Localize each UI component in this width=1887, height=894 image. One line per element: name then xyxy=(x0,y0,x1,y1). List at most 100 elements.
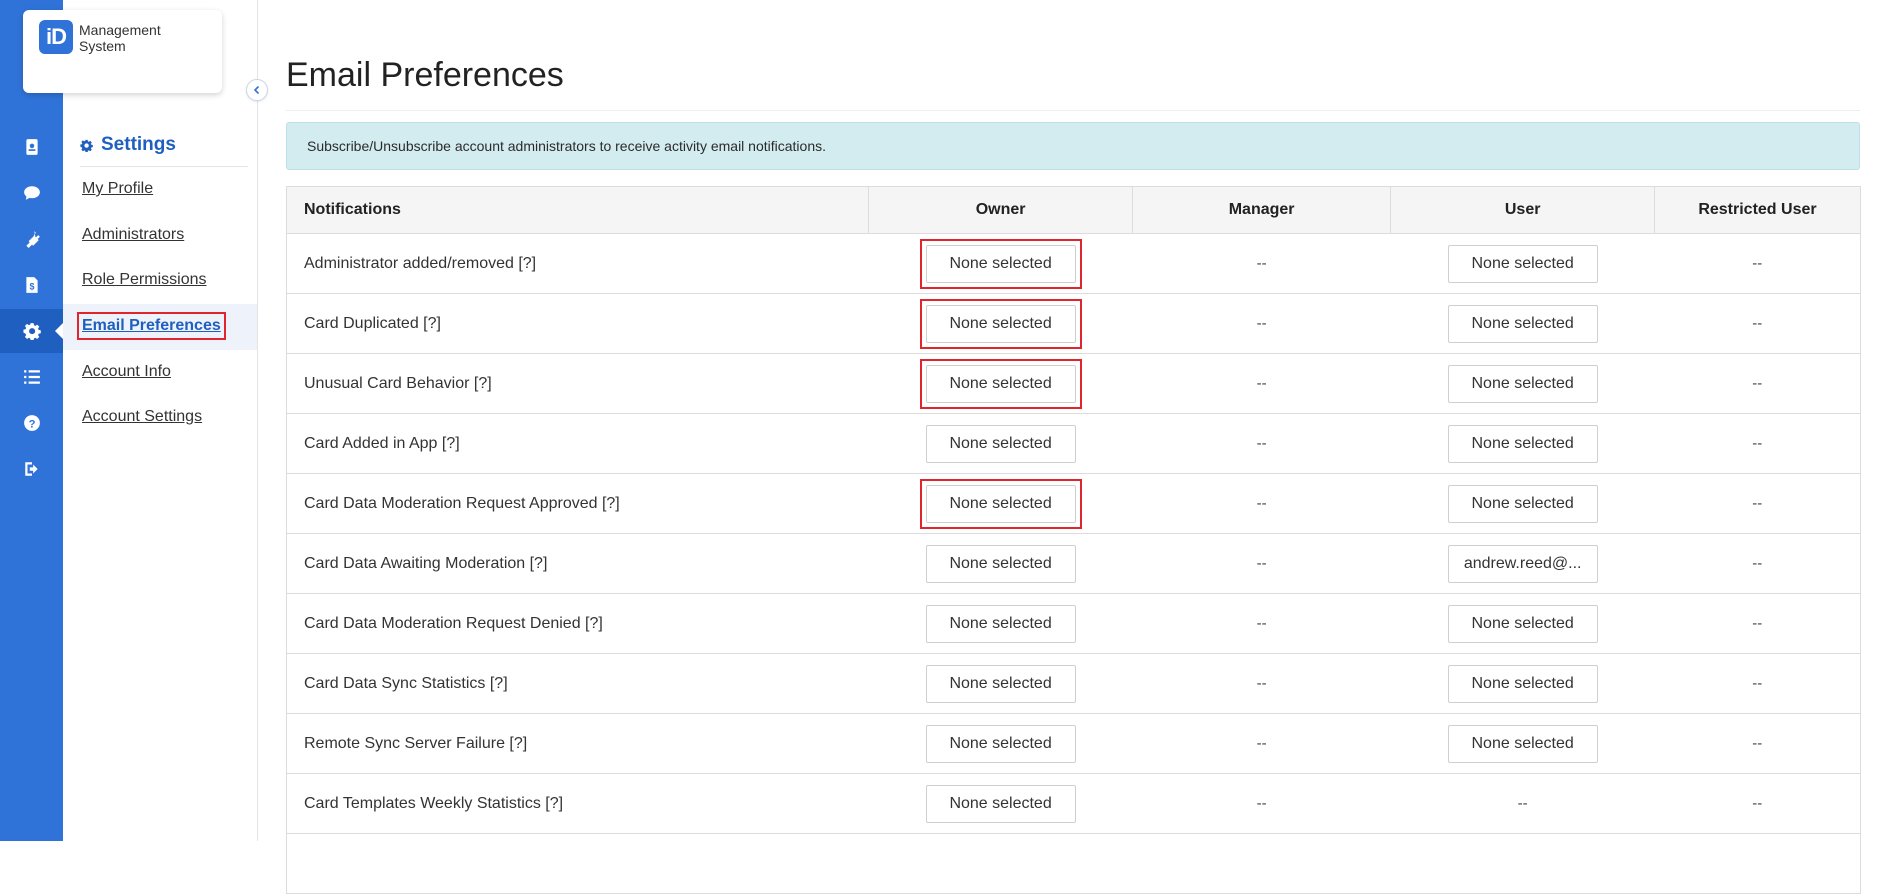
notification-name: Remote Sync Server Failure [?] xyxy=(285,713,869,774)
rail-item-help[interactable]: ? xyxy=(0,401,63,445)
table-row: Card Data Moderation Request Approved [?… xyxy=(285,473,1862,534)
id-card-icon xyxy=(25,139,38,155)
owner-recipients-select[interactable]: None selected xyxy=(925,424,1076,463)
rail-item-billing[interactable]: $ xyxy=(0,263,63,307)
empty-value: -- xyxy=(1256,614,1267,632)
manager-cell xyxy=(1132,833,1391,894)
rail-item-logout[interactable] xyxy=(0,447,63,491)
owner-recipients-select[interactable]: None selected xyxy=(925,664,1076,703)
empty-value: -- xyxy=(1752,434,1763,452)
empty-value: -- xyxy=(1752,374,1763,392)
owner-select-wrapper: None selected xyxy=(919,238,1082,289)
restricted-user-cell: -- xyxy=(1654,413,1862,474)
user-recipients-select[interactable]: None selected xyxy=(1447,424,1598,463)
table-row: Remote Sync Server Failure [?] None selec… xyxy=(285,713,1862,774)
user-select-wrapper: None selected xyxy=(1442,299,1604,349)
restricted-user-cell: -- xyxy=(1654,713,1862,774)
user-cell: andrew.reed@... xyxy=(1390,533,1655,594)
rail-item-cards[interactable] xyxy=(0,125,63,169)
empty-value: -- xyxy=(1752,254,1763,272)
chat-icon xyxy=(23,186,40,200)
subnav-email-preferences[interactable]: Email Preferences xyxy=(77,312,226,340)
list-icon xyxy=(23,370,40,384)
empty-value: -- xyxy=(1256,434,1267,452)
user-select-wrapper: None selected xyxy=(1442,359,1604,409)
notification-name: Card Data Moderation Request Approved [?… xyxy=(285,473,869,534)
owner-select-wrapper: None selected xyxy=(920,779,1082,829)
logout-icon xyxy=(24,462,38,476)
table-row: Administrator added/removed [?] None sele… xyxy=(285,233,1862,294)
owner-recipients-select[interactable]: None selected xyxy=(925,484,1076,523)
user-recipients-select[interactable]: None selected xyxy=(1447,304,1598,343)
empty-value: -- xyxy=(1752,674,1763,692)
rail-item-list[interactable] xyxy=(0,355,63,399)
owner-select-wrapper: None selected xyxy=(920,659,1082,709)
owner-recipients-select[interactable]: None selected xyxy=(925,544,1076,583)
notification-name: Card Templates Weekly Statistics [?] xyxy=(285,773,869,834)
user-recipients-select[interactable]: None selected xyxy=(1447,484,1598,523)
user-recipients-select[interactable]: None selected xyxy=(1447,724,1598,763)
owner-recipients-select[interactable]: None selected xyxy=(925,604,1076,643)
owner-select-wrapper: None selected xyxy=(919,358,1082,409)
help-icon: ? xyxy=(23,415,40,431)
owner-cell: None selected xyxy=(868,533,1133,594)
user-select-wrapper: None selected xyxy=(1442,599,1604,649)
owner-recipients-select[interactable]: None selected xyxy=(925,724,1076,763)
subnav-role-permissions[interactable]: Role Permissions xyxy=(82,271,206,289)
table-row: Card Data Awaiting Moderation [?] None se… xyxy=(285,533,1862,594)
notification-name: Card Added in App [?] xyxy=(285,413,869,474)
user-recipients-select[interactable]: andrew.reed@... xyxy=(1447,544,1598,583)
rail-item-integrations[interactable] xyxy=(0,217,63,261)
owner-select-wrapper: None selected xyxy=(919,298,1082,349)
subnav-account-settings[interactable]: Account Settings xyxy=(82,408,202,426)
rail-item-settings[interactable] xyxy=(0,309,63,353)
owner-cell xyxy=(868,833,1133,894)
subnav-account-info[interactable]: Account Info xyxy=(82,363,171,381)
info-banner: Subscribe/Unsubscribe account administra… xyxy=(286,122,1860,170)
subnav-my-profile[interactable]: My Profile xyxy=(82,180,153,198)
user-select-wrapper: None selected xyxy=(1442,239,1604,289)
restricted-user-cell: -- xyxy=(1654,653,1862,714)
subnav-administrators[interactable]: Administrators xyxy=(82,226,184,244)
owner-cell: None selected xyxy=(868,713,1133,774)
empty-value: -- xyxy=(1256,734,1267,752)
empty-value: -- xyxy=(1752,794,1763,812)
notification-name: Card Data Moderation Request Denied [?] xyxy=(285,593,869,654)
empty-value: -- xyxy=(1256,794,1267,812)
collapse-sidebar-button[interactable] xyxy=(246,79,268,101)
user-recipients-select[interactable]: None selected xyxy=(1447,664,1598,703)
user-cell: None selected xyxy=(1390,713,1655,774)
notifications-table: Notifications Owner Manager User Restric… xyxy=(285,186,1862,894)
manager-cell: -- xyxy=(1132,713,1391,774)
table-row: Card Added in App [?] None selected -- None… xyxy=(285,413,1862,474)
gear-icon xyxy=(80,139,93,152)
empty-value: -- xyxy=(1752,314,1763,332)
empty-value: -- xyxy=(1752,614,1763,632)
manager-cell: -- xyxy=(1132,653,1391,714)
owner-recipients-select[interactable]: None selected xyxy=(925,364,1076,403)
rail-item-messages[interactable] xyxy=(0,171,63,215)
user-recipients-select[interactable]: None selected xyxy=(1447,604,1598,643)
owner-cell: None selected xyxy=(868,593,1133,654)
owner-recipients-select[interactable]: None selected xyxy=(925,784,1076,823)
active-pointer xyxy=(55,323,63,339)
header-restricted-user: Restricted User xyxy=(1653,186,1862,234)
user-select-wrapper: None selected xyxy=(1442,719,1604,769)
empty-value: -- xyxy=(1256,314,1267,332)
restricted-user-cell: -- xyxy=(1654,293,1862,354)
owner-recipients-select[interactable]: None selected xyxy=(925,244,1076,283)
logo-card[interactable]: iD Management System xyxy=(23,10,222,93)
user-recipients-select[interactable]: None selected xyxy=(1447,244,1598,283)
notification-name: Card Data Awaiting Moderation [?] xyxy=(285,533,869,594)
user-select-wrapper: andrew.reed@... xyxy=(1442,539,1604,589)
owner-select-wrapper: None selected xyxy=(920,599,1082,649)
user-cell: None selected xyxy=(1390,473,1655,534)
empty-value: -- xyxy=(1256,254,1267,272)
user-cell: None selected xyxy=(1390,653,1655,714)
plug-icon xyxy=(25,231,40,248)
user-cell xyxy=(1390,833,1655,894)
empty-value: -- xyxy=(1752,734,1763,752)
owner-recipients-select[interactable]: None selected xyxy=(925,304,1076,343)
table-row: Card Data Moderation Request Denied [?] N… xyxy=(285,593,1862,654)
user-recipients-select[interactable]: None selected xyxy=(1447,364,1598,403)
